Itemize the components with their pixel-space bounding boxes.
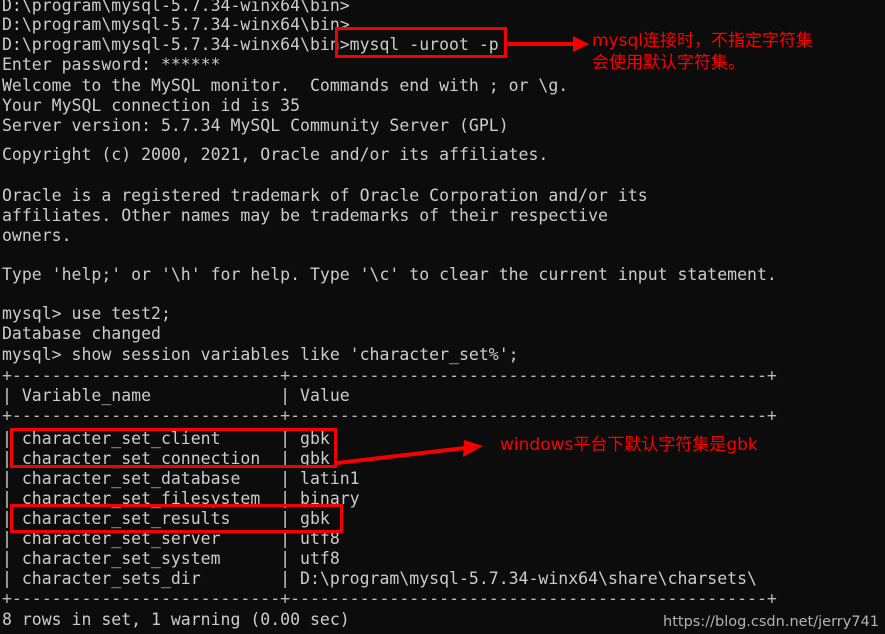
annotation-connect-line-2: 会使用默认字符集。	[592, 53, 745, 73]
console-line-mysql-cmd: D:\program\mysql-5.7.34-winx64\bin>mysql…	[2, 35, 499, 54]
table-top-rule: +---------------------------+-----------…	[2, 366, 777, 385]
query-result-summary: 8 rows in set, 1 warning (0.00 sec)	[2, 610, 350, 629]
table-row: | character_set_server | utf8	[2, 529, 340, 548]
table-row: | character_set_database | latin1	[2, 469, 360, 488]
console-line-welcome: Welcome to the MySQL monitor. Commands e…	[2, 76, 569, 95]
console-line-prompt-2: D:\program\mysql-5.7.34-winx64\bin>	[2, 15, 350, 34]
arrow-to-connect-note	[508, 36, 589, 52]
terminal-window: D:\program\mysql-5.7.34-winx64\bin> D:\p…	[0, 0, 885, 634]
console-line-trademark-2: affiliates. Other names may be trademark…	[2, 206, 608, 225]
console-line-trademark-1: Oracle is a registered trademark of Orac…	[2, 186, 648, 205]
console-line-version: Server version: 5.7.34 MySQL Community S…	[2, 116, 509, 135]
console-line-db-changed: Database changed	[2, 324, 161, 343]
console-line-help-hint: Type 'help;' or '\h' for help. Type '\c'…	[2, 265, 777, 284]
table-row: | character_set_results | gbk	[2, 509, 330, 528]
table-bottom-rule: +---------------------------+-----------…	[2, 589, 777, 608]
console-line-prompt-1: D:\program\mysql-5.7.34-winx64\bin>	[2, 0, 350, 15]
annotation-default-charset: windows平台下默认字符集是gbk	[500, 435, 758, 455]
table-header-rule: +---------------------------+-----------…	[2, 406, 777, 425]
console-line-password: Enter password: ******	[2, 55, 221, 74]
table-header-row: | Variable_name | Value	[2, 386, 350, 405]
console-line-copyright: Copyright (c) 2000, 2021, Oracle and/or …	[2, 145, 549, 164]
console-line-conn-id: Your MySQL connection id is 35	[2, 96, 301, 115]
arrow-to-charset-note	[336, 440, 483, 465]
table-row: | character_set_client | gbk	[2, 429, 330, 448]
console-line-trademark-3: owners.	[2, 226, 72, 245]
table-row: | character_set_filesystem | binary	[2, 489, 360, 508]
table-row: | character_set_connection | gbk	[2, 449, 330, 468]
watermark: https://blog.csdn.net/jerry741	[663, 614, 879, 630]
annotation-connect-line-1: mysql连接时，不指定字符集	[592, 31, 813, 51]
table-row: | character_set_system | utf8	[2, 549, 340, 568]
console-line-use-db: mysql> use test2;	[2, 304, 171, 323]
console-line-show-vars: mysql> show session variables like 'char…	[2, 345, 519, 364]
table-row: | character_sets_dir | D:\program\mysql-…	[2, 569, 757, 588]
